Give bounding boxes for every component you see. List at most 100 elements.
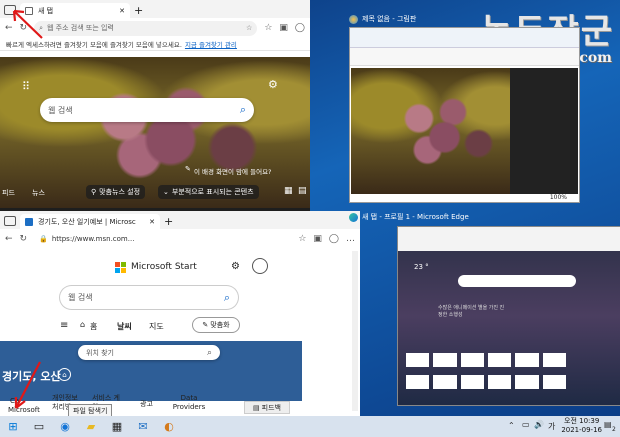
- apps-grid-icon[interactable]: ⠿: [22, 80, 30, 93]
- wallpaper-like-question[interactable]: 이 배경 화면이 맘에 들어요?: [194, 166, 272, 176]
- paint-taskbar-icon[interactable]: ◐: [162, 420, 176, 434]
- paint-toolbar: [350, 48, 579, 66]
- new-tab-button[interactable]: +: [134, 4, 143, 17]
- paint-ribbon: [350, 28, 579, 48]
- account-icon[interactable]: [252, 258, 268, 274]
- edge-thumb-tiles: [406, 353, 566, 393]
- mail-icon[interactable]: ✉: [136, 420, 150, 434]
- tab-strip: 경기도, 오산 일기예보 | Microsc ✕ +: [0, 211, 360, 229]
- collections-icon[interactable]: ▣: [313, 234, 322, 244]
- windows-start-icon[interactable]: ⊞: [6, 420, 20, 434]
- refresh-icon[interactable]: ↻: [20, 234, 28, 244]
- feed-label[interactable]: 피드: [2, 188, 15, 198]
- file-explorer-icon[interactable]: ▰: [84, 420, 98, 434]
- search-icon[interactable]: ⌕: [240, 103, 246, 117]
- collections-icon[interactable]: ▣: [279, 23, 288, 33]
- custom-settings-label: 맞춤뉴스 설정: [99, 188, 141, 196]
- chevron-down-icon: ⌄: [163, 188, 169, 196]
- personalize-button[interactable]: ✎ 맞춤화: [192, 317, 240, 333]
- home-pin-icon[interactable]: ⌂: [58, 368, 71, 381]
- edge-icon: [349, 212, 358, 222]
- search-icon[interactable]: ⌕: [224, 291, 230, 305]
- grid-view-icon[interactable]: ▦: [284, 186, 293, 196]
- clock-date: 2021-09-16: [561, 426, 602, 434]
- favorites-bar: 빠르게 엑세스하려면 즐겨찾기 모음에 즐겨찾기 모음에 넣으세요. 지금 즐겨…: [0, 38, 310, 51]
- profile-icon[interactable]: ◯: [295, 23, 305, 33]
- more-icon[interactable]: …: [346, 234, 355, 244]
- background-image: [0, 57, 310, 208]
- footer-partial: Ca: [10, 397, 20, 405]
- tab-title: 경기도, 오산 일기예보 | Microsc: [38, 217, 136, 226]
- tab-actions-icon[interactable]: [4, 5, 16, 15]
- profile-icon[interactable]: ◯: [329, 234, 339, 244]
- tab-actions-icon[interactable]: [4, 216, 16, 226]
- edge-thumb-title[interactable]: 새 탭 - 프로필 1 - Microsoft Edge: [349, 212, 469, 222]
- partial-content-label: 부분적으로 표시되는 콘텐츠: [171, 188, 254, 196]
- store-icon[interactable]: ▦: [110, 420, 124, 434]
- address-bar[interactable]: 🔒 https://www.msn.com...: [34, 231, 292, 247]
- edge-thumb-caption: 수많은 애니메이션 별을 가진 진정한 소행성: [438, 305, 505, 318]
- clock[interactable]: 오전 10:39 2021-09-16: [561, 417, 602, 435]
- ime-language[interactable]: 가: [548, 421, 555, 432]
- feedback-icon: ▤: [253, 403, 260, 412]
- tab-new-tab[interactable]: 새 탭 ✕: [20, 3, 130, 18]
- sliders-icon: ⚲: [91, 188, 97, 196]
- footer-microsoft[interactable]: Microsoft: [8, 406, 40, 414]
- news-label[interactable]: 뉴스: [32, 188, 45, 198]
- volume-icon[interactable]: 🔊: [534, 420, 544, 429]
- list-view-icon[interactable]: ▤: [298, 186, 307, 196]
- tab-weather[interactable]: 경기도, 오산 일기예보 | Microsc ✕: [20, 214, 160, 229]
- edge-thumb-search: [458, 275, 576, 287]
- favorite-star-icon[interactable]: ☆: [298, 234, 306, 244]
- tab-title: 새 탭: [38, 6, 54, 15]
- network-icon[interactable]: ▭: [522, 420, 530, 429]
- custom-news-settings[interactable]: ⚲ 맞춤뉴스 설정: [86, 185, 146, 199]
- taskbar: ⊞ ▭ ◉ ▰ ▦ ✉ ◐ ⌃ ▭ 🔊 가 오전 10:39 2021-09-1…: [0, 416, 620, 437]
- address-bar[interactable]: ⌕ 웹 주소 검색 또는 입력 ☆: [34, 20, 258, 36]
- edge-thumb-weather: 23 °: [414, 263, 429, 271]
- settings-gear-icon[interactable]: ⚙: [231, 261, 240, 272]
- location-search-box[interactable]: 위치 찾기 ⌕: [78, 345, 220, 360]
- lock-icon: 🔒: [39, 235, 48, 243]
- search-icon: ⌕: [39, 23, 44, 32]
- nav-map[interactable]: 지도: [149, 321, 164, 332]
- edge-taskbar-icon[interactable]: ◉: [58, 420, 72, 434]
- close-tab-icon[interactable]: ✕: [149, 218, 155, 226]
- edge-thumbnail[interactable]: 23 ° 수많은 애니메이션 별을 가진 진정한 소행성: [397, 226, 620, 406]
- paint-canvas-image: [351, 68, 521, 194]
- close-tab-icon[interactable]: ✕: [119, 7, 125, 15]
- fav-bar-text: 빠르게 엑세스하려면 즐겨찾기 모음에 즐겨찾기 모음에 넣으세요.: [6, 41, 182, 49]
- paint-thumbnail[interactable]: 100%: [349, 27, 580, 203]
- web-search-box[interactable]: 웹 검색 ⌕: [40, 98, 254, 122]
- menu-icon[interactable]: ≡: [60, 320, 68, 331]
- footer-data-providers[interactable]: Data Providers: [172, 394, 206, 412]
- favorite-star-icon[interactable]: ☆: [246, 24, 252, 32]
- search-icon: ⌕: [206, 347, 212, 358]
- nav-home[interactable]: 홈: [90, 321, 97, 332]
- paint-status: 100%: [549, 194, 567, 201]
- manage-favorites-link[interactable]: 지금 즐겨찾기 관리: [185, 39, 237, 49]
- back-icon[interactable]: ←: [5, 23, 13, 33]
- task-view-icon[interactable]: ▭: [32, 420, 46, 434]
- refresh-icon[interactable]: ↻: [20, 23, 28, 33]
- paint-thumb-title[interactable]: 제목 없음 - 그림판: [349, 14, 416, 24]
- new-tab-button[interactable]: +: [164, 215, 173, 228]
- brand-name[interactable]: Microsoft Start: [131, 262, 197, 272]
- home-icon: ⌂: [80, 320, 86, 329]
- feedback-button[interactable]: ▤ 피드백: [244, 401, 290, 414]
- notification-icon[interactable]: ▤: [604, 420, 612, 429]
- favorites-icon[interactable]: ☆: [264, 23, 272, 33]
- search-placeholder: 웹 검색: [68, 293, 93, 302]
- partial-content-pill[interactable]: ⌄ 부분적으로 표시되는 콘텐츠: [158, 185, 259, 199]
- scrollbar[interactable]: [352, 251, 358, 411]
- clock-time: 오전 10:39: [564, 417, 600, 425]
- back-icon[interactable]: ←: [5, 234, 13, 244]
- footer-ads[interactable]: 광고: [140, 399, 153, 409]
- settings-gear-icon[interactable]: ⚙: [268, 78, 278, 91]
- tab-strip: 새 탭 ✕ +: [0, 0, 310, 18]
- pencil-icon: ✎: [202, 321, 209, 329]
- tray-chevron-icon[interactable]: ⌃: [508, 421, 515, 430]
- search-placeholder: 웹 검색: [48, 105, 73, 115]
- web-search-box[interactable]: 웹 검색 ⌕: [60, 286, 238, 309]
- nav-weather[interactable]: 날씨: [117, 321, 132, 332]
